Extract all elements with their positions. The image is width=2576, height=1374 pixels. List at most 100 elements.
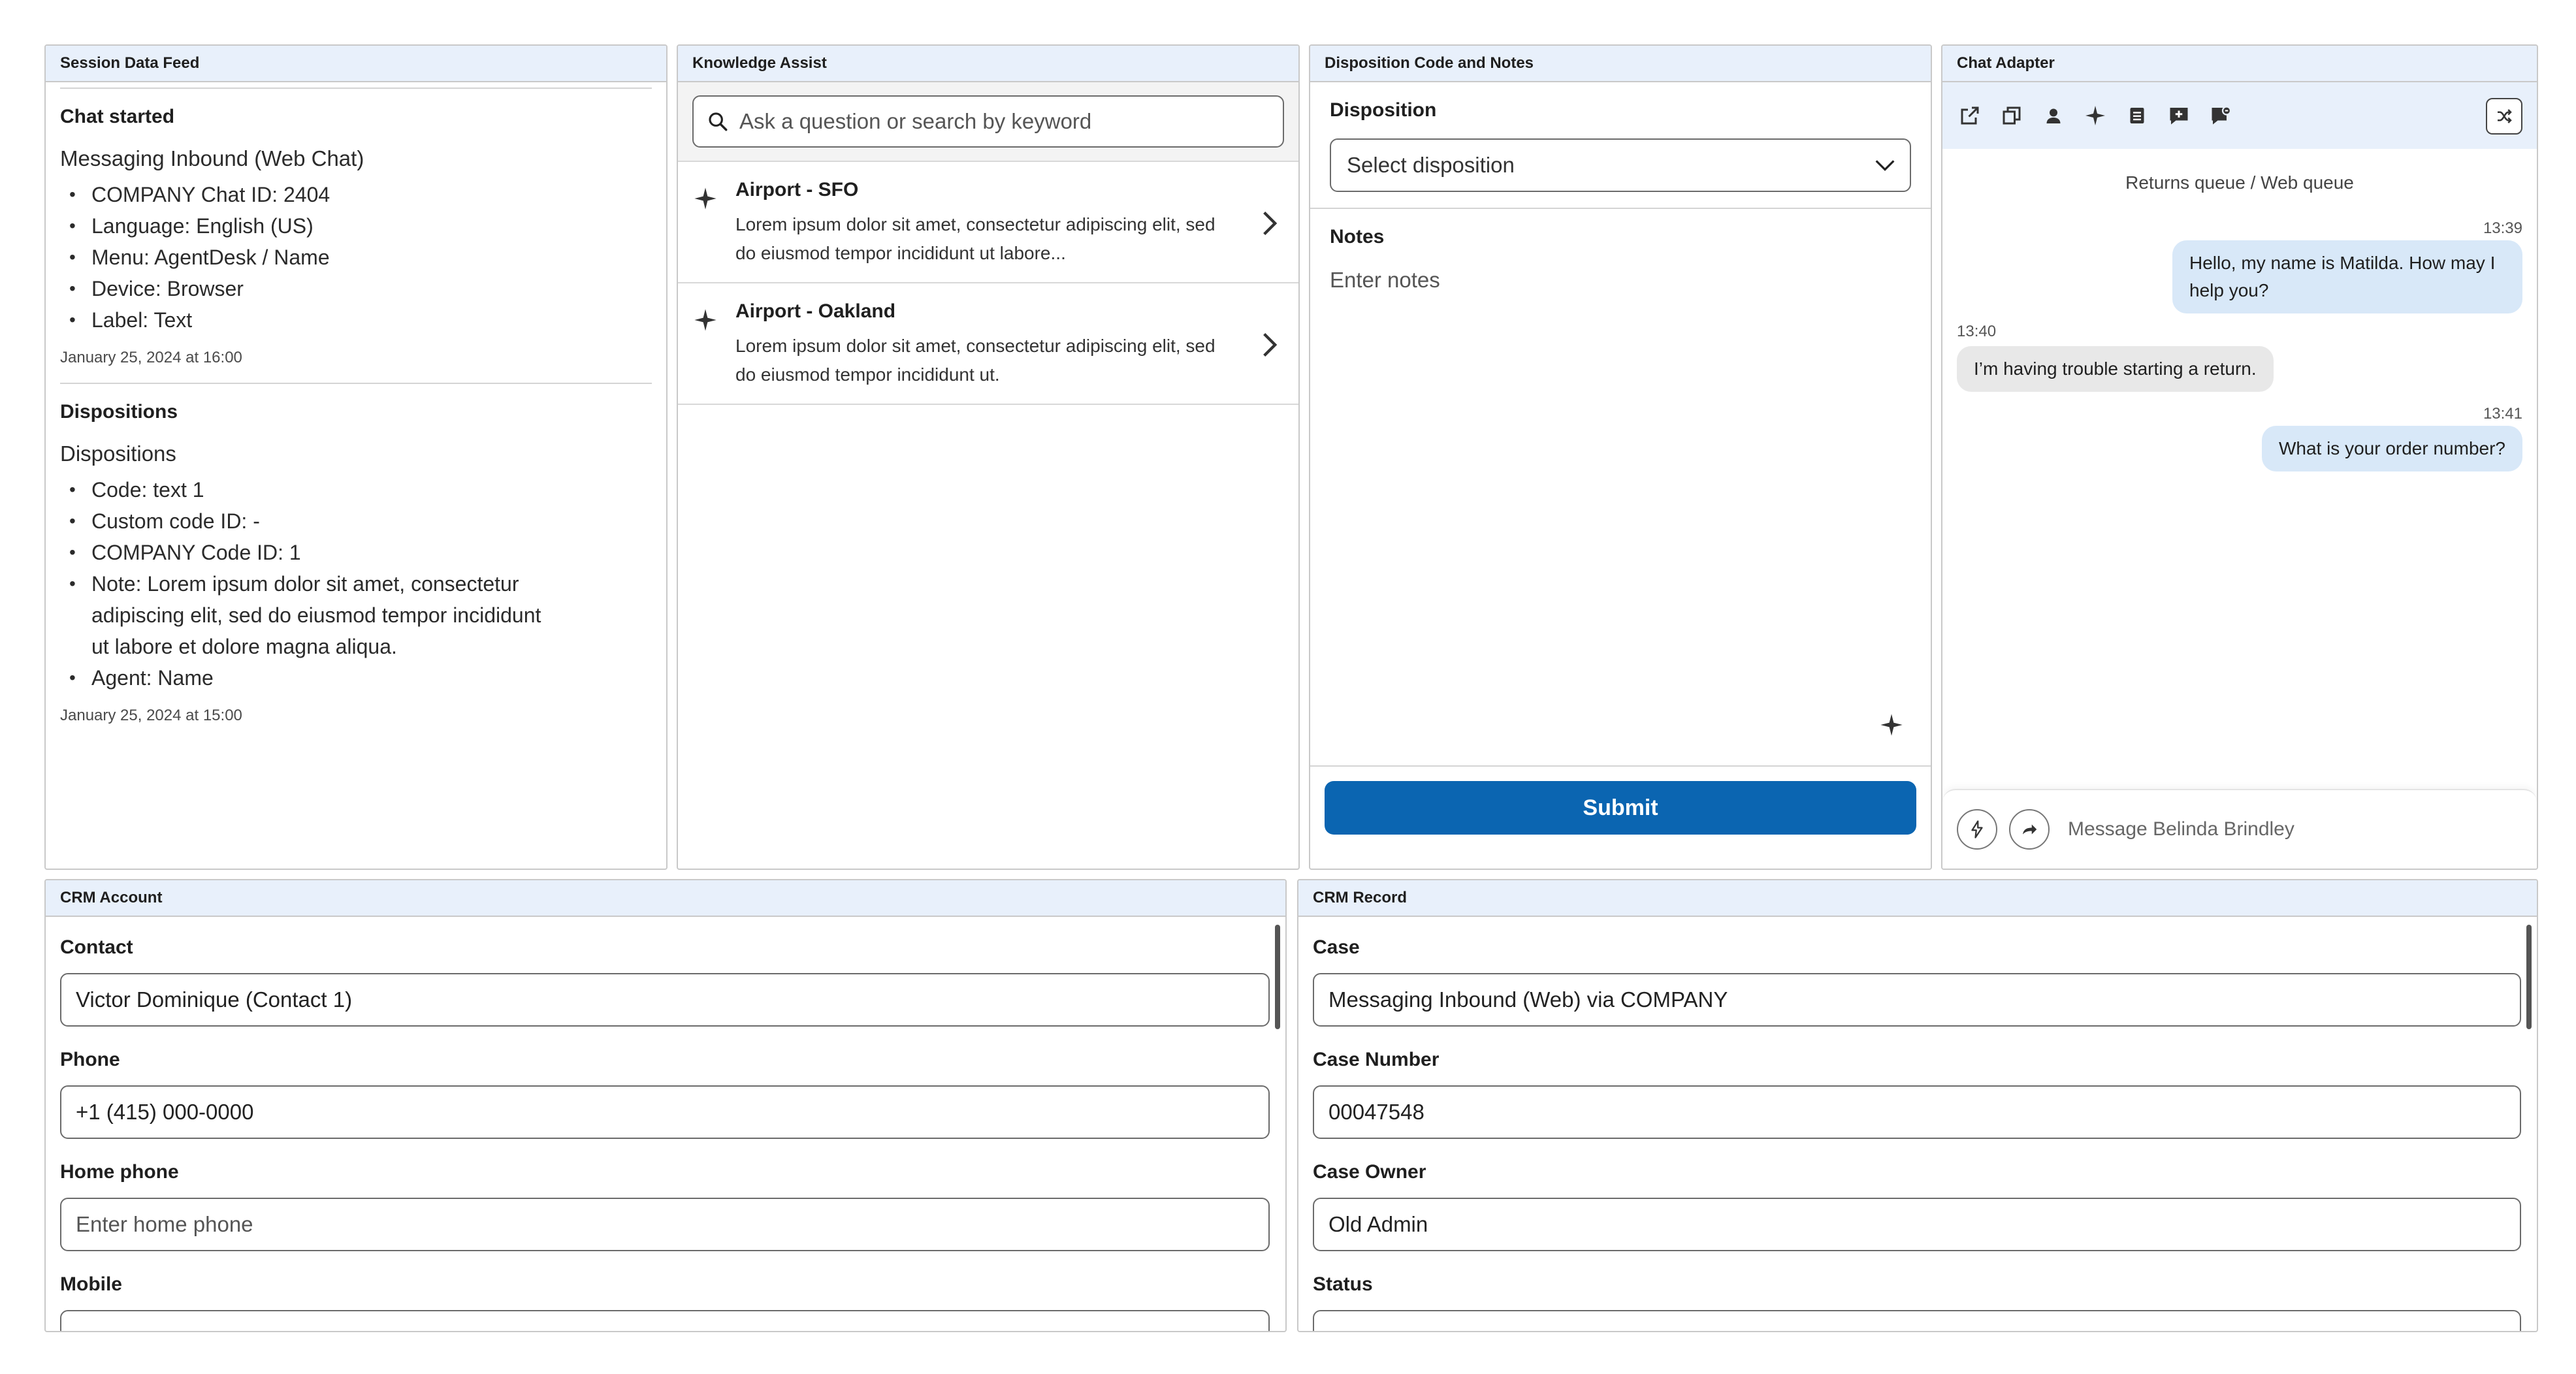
feed-list-item: Agent: Name <box>60 662 556 694</box>
feed-list-item: Code: text 1 <box>60 474 556 505</box>
case-owner-field[interactable] <box>1313 1198 2521 1251</box>
field-label: Mobile <box>60 1273 122 1295</box>
copy-icon[interactable] <box>1999 103 2025 129</box>
feed-subtitle: Messaging Inbound (Web Chat) <box>60 146 364 170</box>
knowledge-search-bar <box>678 82 1298 162</box>
feed-list-item: Note: Lorem ipsum dolor sit amet, consec… <box>60 568 556 662</box>
chevron-right-icon[interactable] <box>1258 209 1280 238</box>
knowledge-search-box[interactable] <box>692 95 1284 148</box>
disposition-header: Disposition Code and Notes <box>1310 46 1931 82</box>
add-comment-icon[interactable] <box>2166 103 2192 129</box>
submit-button[interactable]: Submit <box>1325 781 1916 835</box>
feed-timestamp: January 25, 2024 at 15:00 <box>60 707 242 724</box>
feed-list-item: Label: Text <box>60 304 556 336</box>
person-icon[interactable] <box>2040 103 2067 129</box>
message-bubble-outgoing: What is your order number? <box>2261 426 2522 471</box>
feed-list: COMPANY Chat ID: 2404 Language: English … <box>60 179 652 336</box>
message-bubble-incoming: I’m having trouble starting a return. <box>1957 346 2274 392</box>
disposition-select[interactable]: Select disposition <box>1330 138 1911 192</box>
message-timestamp: 13:40 <box>1957 323 1997 340</box>
feed-list-item: Custom code ID: - <box>60 505 556 537</box>
chevron-right-icon[interactable] <box>1258 330 1280 359</box>
chat-adapter-header: Chat Adapter <box>1942 46 2537 82</box>
chat-adapter-panel: Chat Adapter Returns queue / Web queue 1… <box>1941 44 2538 870</box>
field-label: Case <box>1313 936 1360 958</box>
feed-section-chat-started: Chat started Messaging Inbound (Web Chat… <box>60 89 652 383</box>
knowledge-result-title: Airport - Oakland <box>735 300 896 322</box>
chevron-down-icon <box>1875 160 1895 171</box>
crm-record-header: CRM Record <box>1298 880 2537 917</box>
knowledge-result-item[interactable]: Airport - SFO Lorem ipsum dolor sit amet… <box>678 162 1298 283</box>
message-row: Hello, my name is Matilda. How may I hel… <box>1957 240 2522 313</box>
phone-field[interactable] <box>60 1085 1270 1139</box>
feed-list-item: COMPANY Chat ID: 2404 <box>60 179 556 210</box>
feed-list-item: Menu: AgentDesk / Name <box>60 242 556 273</box>
chat-transcript: 13:39 Hello, my name is Matilda. How may… <box>1942 219 2537 471</box>
sparkle-icon[interactable] <box>2082 103 2108 129</box>
message-row: I’m having trouble starting a return. <box>1957 346 2522 392</box>
message-timestamp: 13:39 <box>2483 219 2522 237</box>
feed-section-dispositions: Dispositions Dispositions Code: text 1 C… <box>60 384 652 741</box>
message-row: What is your order number? <box>1957 426 2522 471</box>
scrollbar-thumb[interactable] <box>1275 925 1280 1029</box>
message-bubble-outgoing: Hello, my name is Matilda. How may I hel… <box>2172 240 2522 313</box>
crm-account-form[interactable]: Contact Phone Home phone Mobile <box>46 917 1285 1331</box>
notes-textarea[interactable] <box>1330 268 1911 712</box>
session-data-feed-panel: Session Data Feed Chat started Messaging… <box>44 44 668 870</box>
knowledge-search-input[interactable] <box>739 109 1283 134</box>
knowledge-assist-header: Knowledge Assist <box>678 46 1298 82</box>
crm-record-form[interactable]: Case Case Number Case Owner Status <box>1298 917 2537 1331</box>
field-label: Case Owner <box>1313 1161 1426 1183</box>
crm-record-panel: CRM Record Case Case Number Case Owner S… <box>1297 879 2538 1332</box>
crm-account-header: CRM Account <box>46 880 1285 917</box>
list-icon[interactable] <box>2124 103 2150 129</box>
contact-field[interactable] <box>60 973 1270 1027</box>
knowledge-result-item[interactable]: Airport - Oakland Lorem ipsum dolor sit … <box>678 283 1298 405</box>
session-data-feed-header: Session Data Feed <box>46 46 666 82</box>
crm-account-panel: CRM Account Contact Phone Home phone Mob… <box>44 879 1287 1332</box>
knowledge-result-body: Lorem ipsum dolor sit amet, consectetur … <box>735 336 1216 385</box>
knowledge-assist-panel: Knowledge Assist Airport - SFO Lorem ips… <box>677 44 1300 870</box>
disposition-panel: Disposition Code and Notes Disposition S… <box>1309 44 1932 870</box>
field-label: Status <box>1313 1273 1373 1295</box>
message-input[interactable] <box>2068 818 2537 840</box>
disposition-footer: Submit <box>1310 765 1931 869</box>
external-link-icon[interactable] <box>1957 103 1983 129</box>
feed-list-item: Language: English (US) <box>60 210 556 242</box>
feed-timestamp: January 25, 2024 at 16:00 <box>60 349 242 366</box>
field-label: Case Number <box>1313 1049 1440 1070</box>
status-field[interactable] <box>1313 1310 2521 1331</box>
transfer-icon[interactable] <box>2486 98 2522 135</box>
case-number-field[interactable] <box>1313 1085 2521 1139</box>
lightning-icon <box>1971 820 1983 839</box>
knowledge-result-body: Lorem ipsum dolor sit amet, consectetur … <box>735 214 1216 263</box>
forward-button[interactable] <box>2009 809 2050 850</box>
scrollbar-thumb[interactable] <box>2526 925 2532 1029</box>
field-label: Home phone <box>60 1161 179 1183</box>
chat-queue-label: Returns queue / Web queue <box>2125 172 2354 193</box>
home-phone-field[interactable] <box>60 1198 1270 1251</box>
message-timestamp: 13:41 <box>2483 405 2522 423</box>
feed-subtitle: Dispositions <box>60 441 176 466</box>
feed-heading: Dispositions <box>60 401 178 423</box>
knowledge-result-title: Airport - SFO <box>735 179 859 200</box>
feed-list-item: Device: Browser <box>60 273 556 304</box>
sparkle-icon[interactable] <box>1878 712 1905 738</box>
chat-compose-bar <box>1942 789 2537 869</box>
field-label: Contact <box>60 936 133 958</box>
session-feed-body[interactable]: Chat started Messaging Inbound (Web Chat… <box>46 82 666 741</box>
notes-label: Notes <box>1330 226 1385 248</box>
disposition-select-value: Select disposition <box>1347 153 1515 177</box>
mobile-field[interactable] <box>60 1310 1270 1331</box>
feed-list: Code: text 1 Custom code ID: - COMPANY C… <box>60 474 652 694</box>
search-icon <box>709 112 728 131</box>
case-field[interactable] <box>1313 973 2521 1027</box>
feed-heading: Chat started <box>60 106 175 127</box>
field-label: Phone <box>60 1049 120 1070</box>
chat-toolbar <box>1942 82 2537 149</box>
forward-arrow-icon <box>2023 824 2037 835</box>
quick-action-button[interactable] <box>1957 809 1997 850</box>
disposition-label: Disposition <box>1330 99 1437 121</box>
sparkle-icon <box>694 187 716 210</box>
flag-comment-icon[interactable] <box>2208 103 2234 129</box>
